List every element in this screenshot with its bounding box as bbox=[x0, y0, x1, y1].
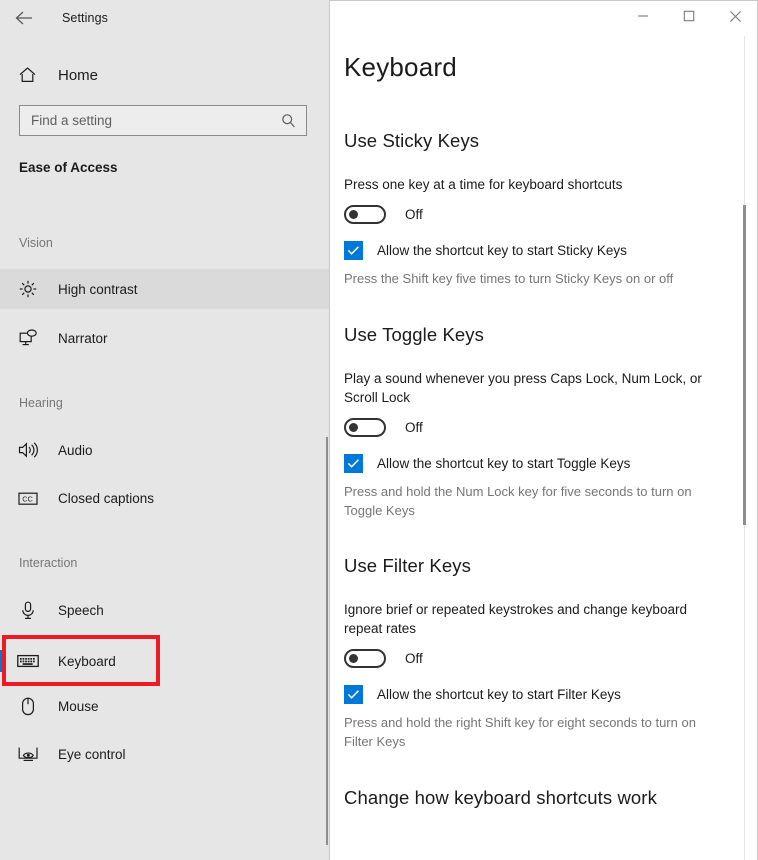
section-toggle-keys: Use Toggle Keys Play a sound whenever yo… bbox=[330, 324, 758, 520]
microphone-icon bbox=[17, 601, 39, 620]
sidebar-item-closed-captions[interactable]: CC Closed captions bbox=[0, 478, 330, 518]
search-box[interactable] bbox=[19, 105, 307, 136]
home-icon bbox=[16, 66, 38, 84]
section-heading: Use Toggle Keys bbox=[344, 324, 484, 345]
eye-control-icon bbox=[17, 746, 39, 762]
section-filter-keys: Use Filter Keys Ignore brief or repeated… bbox=[330, 555, 758, 751]
sidebar-item-label: High contrast bbox=[58, 281, 138, 297]
sidebar-item-label: Speech bbox=[58, 602, 104, 618]
toggle-keys-checkbox[interactable] bbox=[344, 454, 363, 473]
section-description: Press one key at a time for keyboard sho… bbox=[344, 177, 623, 192]
section-hint: Press and hold the right Shift key for e… bbox=[344, 715, 696, 749]
mouse-icon bbox=[17, 697, 39, 716]
sidebar-category-title: Ease of Access bbox=[19, 160, 118, 175]
sidebar-item-high-contrast[interactable]: High contrast bbox=[0, 269, 330, 309]
sidebar-group-interaction: Interaction bbox=[19, 556, 78, 570]
sidebar: Settings Home Ease of Access Vision bbox=[0, 0, 330, 860]
sticky-keys-toggle-row[interactable]: Off bbox=[344, 205, 758, 224]
sidebar-item-speech[interactable]: Speech bbox=[0, 590, 330, 630]
toggle-state-label: Off bbox=[405, 651, 423, 666]
main-scrollbar-thumb[interactable] bbox=[743, 205, 746, 525]
minimize-icon[interactable] bbox=[620, 0, 666, 32]
section-hint: Press and hold the Num Lock key for five… bbox=[344, 484, 692, 518]
filter-keys-toggle[interactable] bbox=[344, 649, 386, 668]
checkbox-label: Allow the shortcut key to start Sticky K… bbox=[377, 243, 627, 258]
svg-text:CC: CC bbox=[22, 494, 33, 503]
section-heading: Change how keyboard shortcuts work bbox=[344, 787, 657, 808]
main-content: Keyboard Use Sticky Keys Press one key a… bbox=[330, 0, 758, 860]
checkbox-label: Allow the shortcut key to start Filter K… bbox=[377, 687, 621, 702]
toggle-knob bbox=[349, 654, 358, 663]
filter-keys-toggle-row[interactable]: Off bbox=[344, 649, 758, 668]
filter-keys-checkbox-row[interactable]: Allow the shortcut key to start Filter K… bbox=[344, 685, 758, 704]
title-bar: Settings bbox=[0, 0, 330, 36]
close-icon[interactable] bbox=[712, 0, 758, 32]
sidebar-group-vision: Vision bbox=[19, 236, 53, 250]
toggle-state-label: Off bbox=[405, 420, 423, 435]
sticky-keys-toggle[interactable] bbox=[344, 205, 386, 224]
closed-captions-icon: CC bbox=[17, 491, 39, 506]
maximize-icon[interactable] bbox=[666, 0, 712, 32]
sidebar-item-label: Audio bbox=[58, 442, 93, 458]
toggle-knob bbox=[349, 423, 358, 432]
toggle-state-label: Off bbox=[405, 207, 423, 222]
section-heading: Use Filter Keys bbox=[344, 555, 471, 576]
sidebar-scrollbar-thumb[interactable] bbox=[326, 437, 328, 845]
toggle-knob bbox=[349, 210, 358, 219]
search-input[interactable] bbox=[20, 106, 273, 135]
sticky-keys-checkbox[interactable] bbox=[344, 241, 363, 260]
sidebar-item-keyboard[interactable]: Keyboard bbox=[0, 641, 330, 681]
sidebar-item-label: Eye control bbox=[58, 746, 126, 762]
checkbox-label: Allow the shortcut key to start Toggle K… bbox=[377, 456, 631, 471]
sidebar-group-hearing: Hearing bbox=[19, 396, 63, 410]
sidebar-item-label: Keyboard bbox=[58, 653, 116, 669]
sidebar-item-audio[interactable]: Audio bbox=[0, 430, 330, 470]
window-controls bbox=[620, 0, 758, 32]
sidebar-item-eye-control[interactable]: Eye control bbox=[0, 734, 330, 774]
brightness-icon bbox=[17, 280, 39, 298]
narrator-icon bbox=[17, 329, 39, 347]
section-hint: Press the Shift key five times to turn S… bbox=[344, 271, 674, 286]
section-sticky-keys: Use Sticky Keys Press one key at a time … bbox=[330, 130, 758, 288]
section-description: Play a sound whenever you press Caps Loc… bbox=[344, 371, 702, 405]
sidebar-item-home[interactable]: Home bbox=[0, 58, 330, 92]
section-keyboard-shortcuts: Change how keyboard shortcuts work bbox=[330, 787, 758, 809]
sidebar-item-mouse[interactable]: Mouse bbox=[0, 686, 330, 726]
keyboard-icon bbox=[17, 654, 39, 668]
sidebar-item-narrator[interactable]: Narrator bbox=[0, 318, 330, 358]
settings-list: Use Sticky Keys Press one key at a time … bbox=[330, 130, 758, 809]
section-heading: Use Sticky Keys bbox=[344, 130, 480, 151]
sidebar-item-label: Closed captions bbox=[58, 490, 155, 506]
back-arrow-icon[interactable] bbox=[2, 2, 46, 34]
settings-window: Settings Home Ease of Access Vision bbox=[0, 0, 758, 860]
app-title: Settings bbox=[62, 11, 108, 25]
filter-keys-checkbox[interactable] bbox=[344, 685, 363, 704]
search-icon bbox=[281, 113, 296, 128]
home-label: Home bbox=[58, 66, 99, 84]
toggle-keys-toggle[interactable] bbox=[344, 418, 386, 437]
sidebar-item-label: Narrator bbox=[58, 330, 108, 346]
toggle-keys-checkbox-row[interactable]: Allow the shortcut key to start Toggle K… bbox=[344, 454, 758, 473]
toggle-keys-toggle-row[interactable]: Off bbox=[344, 418, 758, 437]
sticky-keys-checkbox-row[interactable]: Allow the shortcut key to start Sticky K… bbox=[344, 241, 758, 260]
section-description: Ignore brief or repeated keystrokes and … bbox=[344, 602, 687, 636]
page-title: Keyboard bbox=[344, 52, 457, 82]
sidebar-item-label: Mouse bbox=[58, 698, 99, 714]
speaker-icon bbox=[17, 441, 39, 459]
